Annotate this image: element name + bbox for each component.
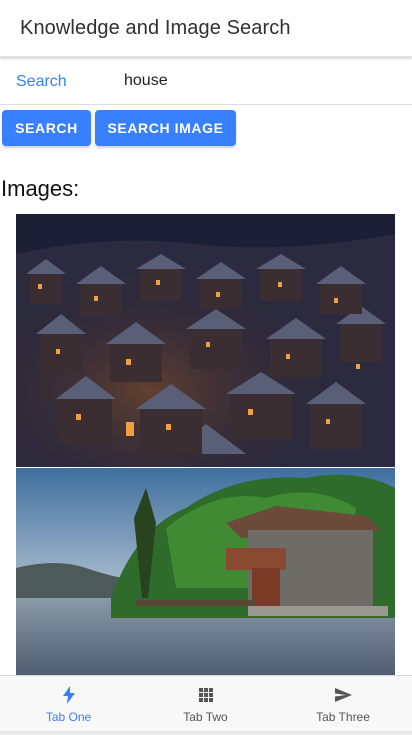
search-image-button[interactable]: Search Image	[95, 110, 236, 146]
page-title: Knowledge and Image Search	[20, 17, 291, 39]
tab-two[interactable]: Tab Two	[137, 676, 274, 731]
tab-three[interactable]: Tab Three	[274, 676, 412, 731]
images-heading: Images:	[1, 176, 80, 201]
boathouse-photo	[16, 468, 395, 675]
result-image-boathouse[interactable]	[16, 468, 395, 675]
app-header: Knowledge and Image Search	[0, 0, 412, 57]
flash-icon	[62, 686, 75, 704]
tab-three-label: Tab Three	[316, 710, 370, 724]
night-village-photo	[16, 214, 395, 467]
result-image-night-village[interactable]	[16, 214, 395, 467]
search-input[interactable]	[116, 66, 412, 96]
send-icon	[335, 688, 352, 702]
tab-one[interactable]: Tab One	[0, 676, 137, 731]
tab-bar: Tab One Tab Two Tab Three	[0, 675, 412, 731]
search-row: Search	[0, 58, 412, 105]
tab-one-label: Tab One	[45, 710, 92, 724]
tab-two-label: Tab Two	[183, 710, 228, 724]
bottom-strip	[0, 731, 412, 735]
apps-grid-icon	[198, 688, 213, 702]
search-label: Search	[16, 73, 67, 90]
search-button[interactable]: Search	[2, 110, 91, 146]
